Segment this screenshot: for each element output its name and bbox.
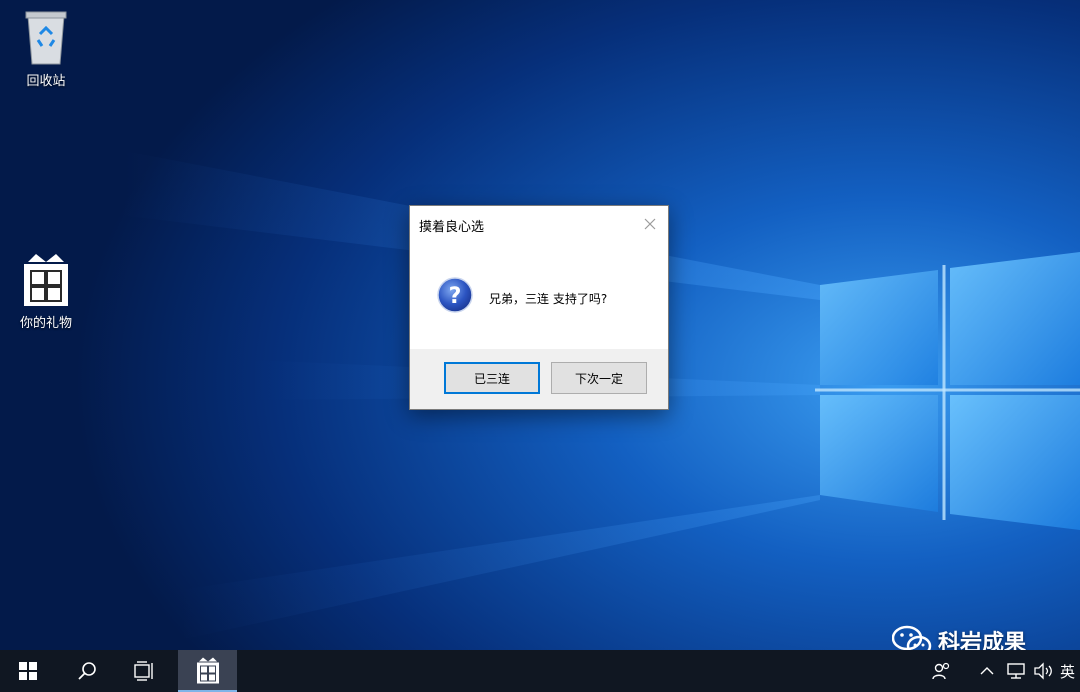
desktop: 回收站 你的礼物 摸着良心选 ? 兄弟，三连 支持了吗? 已三连 下次一定 科岩… — [0, 0, 1080, 692]
close-button[interactable] — [640, 214, 660, 234]
svg-text:?: ? — [449, 284, 462, 309]
search-icon — [78, 662, 96, 680]
gift-box-icon — [196, 657, 219, 684]
desktop-icon-gift[interactable]: 你的礼物 — [6, 250, 86, 331]
people-icon — [932, 662, 950, 680]
already-liked-button[interactable]: 已三连 — [444, 362, 540, 394]
desktop-icon-recycle-bin[interactable]: 回收站 — [6, 8, 86, 89]
people-button[interactable] — [928, 650, 956, 692]
desktop-icon-label: 你的礼物 — [19, 316, 72, 331]
taskbar: 英 — [0, 650, 1080, 692]
recycle-bin-icon — [25, 11, 67, 65]
dialog-body: ? 兄弟，三连 支持了吗? — [410, 242, 668, 349]
close-icon — [644, 218, 656, 230]
task-view-icon — [134, 661, 153, 681]
task-view-button[interactable] — [117, 650, 173, 692]
volume-button[interactable] — [1032, 650, 1056, 692]
input-method-indicator[interactable]: 英 — [1060, 650, 1080, 692]
dialog-footer: 已三连 下次一定 — [410, 349, 668, 409]
question-icon: ? — [437, 277, 473, 313]
dialog-title: 摸着良心选 — [419, 220, 485, 235]
search-button[interactable] — [59, 650, 115, 692]
chevron-up-icon — [980, 667, 994, 675]
dialog-titlebar[interactable]: 摸着良心选 — [410, 206, 668, 242]
network-icon — [1007, 663, 1025, 679]
start-button[interactable] — [0, 650, 56, 692]
message-box-dialog: 摸着良心选 ? 兄弟，三连 支持了吗? 已三连 下次一定 — [409, 205, 669, 410]
network-button[interactable] — [1003, 650, 1029, 692]
next-time-button[interactable]: 下次一定 — [551, 362, 647, 394]
desktop-icon-label: 回收站 — [26, 74, 66, 89]
volume-icon — [1034, 662, 1052, 680]
show-hidden-icons-button[interactable] — [977, 650, 997, 692]
gift-box-icon — [24, 254, 68, 306]
windows-start-icon — [19, 662, 37, 680]
dialog-message: 兄弟，三连 支持了吗? — [489, 292, 608, 306]
taskbar-app-gift[interactable] — [178, 650, 237, 692]
